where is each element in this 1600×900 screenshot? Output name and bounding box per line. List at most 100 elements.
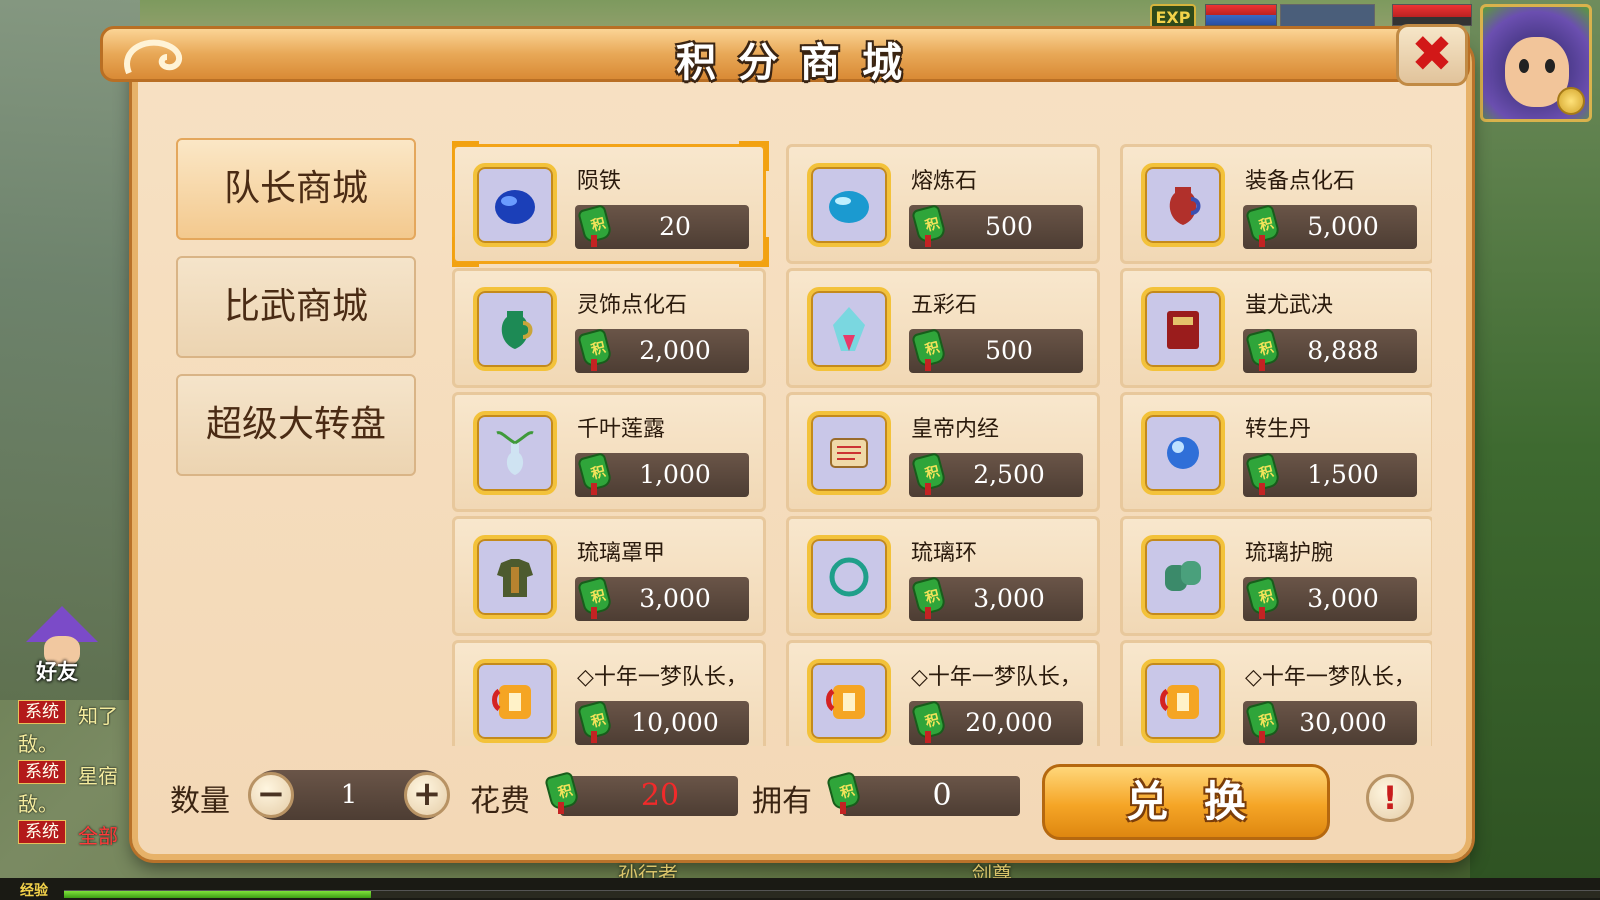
chat-log[interactable]: 系统 知了 敌。 系统 星宿 敌。 系统 全部 [14,700,144,880]
item-name: 转生丹 [1245,417,1312,442]
item-card[interactable]: 转生丹积 1,500 [1120,392,1432,512]
chat-text: 星宿 [78,764,118,788]
price-value: 5,000 [1307,212,1379,241]
crystal-icon [807,287,891,371]
chat-tag: 系统 [18,820,66,844]
item-card[interactable]: 熔炼石积 500 [786,144,1100,264]
price-value: 3,000 [973,584,1045,613]
item-name: 蚩尤武决 [1245,293,1334,318]
item-price: 积 2,000 [575,327,749,373]
minus-button[interactable]: − [248,772,294,818]
friend-button[interactable]: 好友 [18,606,108,686]
chat-continuation: 敌。 [18,792,58,816]
price-value: 10,000 [631,708,719,737]
cost-field: 积 20 [544,770,738,816]
item-card[interactable]: 五彩石积 500 [786,268,1100,388]
item-price: 积 1,000 [575,451,749,497]
price-value: 500 [985,212,1033,241]
item-price: 积 3,000 [575,575,749,621]
ring-icon [807,535,891,619]
item-price: 积 3,000 [909,575,1083,621]
game-scene-right [1470,0,1600,900]
item-grid[interactable]: 陨铁积 20 熔炼石积 500 装备点化石积 5,000 灵饰点化石积 2,000 五彩石积 50… [452,140,1432,746]
exp-progress-bar [64,890,1600,898]
price-value: 3,000 [1307,584,1379,613]
chat-line: 系统 星宿 敌。 [14,760,144,820]
item-card[interactable]: ◇十年一梦队长， 积 10,000 [452,640,766,746]
item-price: 积 20 [575,203,749,249]
item-name: ◇十年一梦队长， [911,665,1082,690]
item-name: 千叶莲露 [577,417,666,442]
item-name: 琉璃环 [911,541,978,566]
scroll-book-icon [807,411,891,495]
quantity-value[interactable]: 1 [300,770,398,820]
item-price: 积 5,000 [1243,203,1417,249]
item-name: 陨铁 [577,169,622,194]
chat-text: 全部 [78,824,118,848]
health-mana-bar [1205,4,1277,26]
equip-vase-icon [1141,163,1225,247]
item-card[interactable]: 皇帝内经积 2,500 [786,392,1100,512]
book-icon [1141,287,1225,371]
price-value: 3,000 [639,584,711,613]
item-name: 琉璃罩甲 [577,541,666,566]
item-name: 熔炼石 [911,169,978,194]
price-value: 1,500 [1307,460,1379,489]
price-value: 1,000 [639,460,711,489]
price-value: 8,888 [1307,336,1379,365]
item-name: 五彩石 [911,293,978,318]
exp-progress-fill [64,891,372,898]
coin-icon [1557,87,1585,115]
chat-line: 系统 知了 敌。 [14,700,144,760]
item-price: 积 1,500 [1243,451,1417,497]
chat-tag: 系统 [18,760,66,784]
item-card[interactable]: 琉璃护腕积 3,000 [1120,516,1432,636]
tab-2[interactable]: 比武商城 [176,256,416,358]
gift-scroll-icon [807,659,891,743]
item-name: 琉璃护腕 [1245,541,1334,566]
item-price: 积 3,000 [1243,575,1417,621]
player-health-bar [1392,4,1472,26]
item-card[interactable]: 千叶莲露积 1,000 [452,392,766,512]
points-coin-icon: 积 [826,770,862,816]
blue-orb-icon [1141,411,1225,495]
smelting-stone-icon [807,163,891,247]
item-price: 积 2,500 [909,451,1083,497]
price-value: 2,500 [973,460,1045,489]
item-card[interactable]: ◇十年一梦队长， 积 30,000 [1120,640,1432,746]
chat-text: 知了 [78,704,118,728]
gift-scroll-icon [1141,659,1225,743]
exchange-button[interactable]: 兑换 [1042,764,1330,840]
tab-1[interactable]: 队长商城 [176,138,416,240]
item-price: 积 500 [909,327,1083,373]
owned-field: 积 0 [826,770,1020,816]
item-card[interactable]: 琉璃罩甲积 3,000 [452,516,766,636]
bracer-icon [1141,535,1225,619]
close-button[interactable]: ✖ [1396,24,1468,86]
window-title: 积分商城 [676,39,924,86]
info-button[interactable]: ! [1366,774,1414,822]
chat-tag: 系统 [18,700,66,724]
meteorite-icon [473,163,557,247]
tab-3[interactable]: 超级大转盘 [176,374,416,476]
friend-label: 好友 [36,660,78,684]
item-card[interactable]: 琉璃环积 3,000 [786,516,1100,636]
price-value: 2,000 [639,336,711,365]
plus-button[interactable]: + [404,772,450,818]
item-name: 装备点化石 [1245,169,1356,194]
item-price: 积 20,000 [909,699,1083,745]
price-value: 20 [659,212,691,241]
item-card[interactable]: ◇十年一梦队长， 积 20,000 [786,640,1100,746]
item-card[interactable]: 灵饰点化石积 2,000 [452,268,766,388]
item-price: 积 8,888 [1243,327,1417,373]
points-coin-icon: 积 [544,770,580,816]
chat-continuation: 敌。 [18,732,58,756]
cost-label: 花费 [470,784,530,819]
gift-scroll-icon [473,659,557,743]
chat-line: 系统 全部 [14,820,144,880]
price-value: 20,000 [965,708,1053,737]
item-card[interactable]: 蚩尤武决积 8,888 [1120,268,1432,388]
item-card[interactable]: 陨铁积 20 [452,141,769,267]
item-name: 灵饰点化石 [577,293,688,318]
item-card[interactable]: 装备点化石积 5,000 [1120,144,1432,264]
